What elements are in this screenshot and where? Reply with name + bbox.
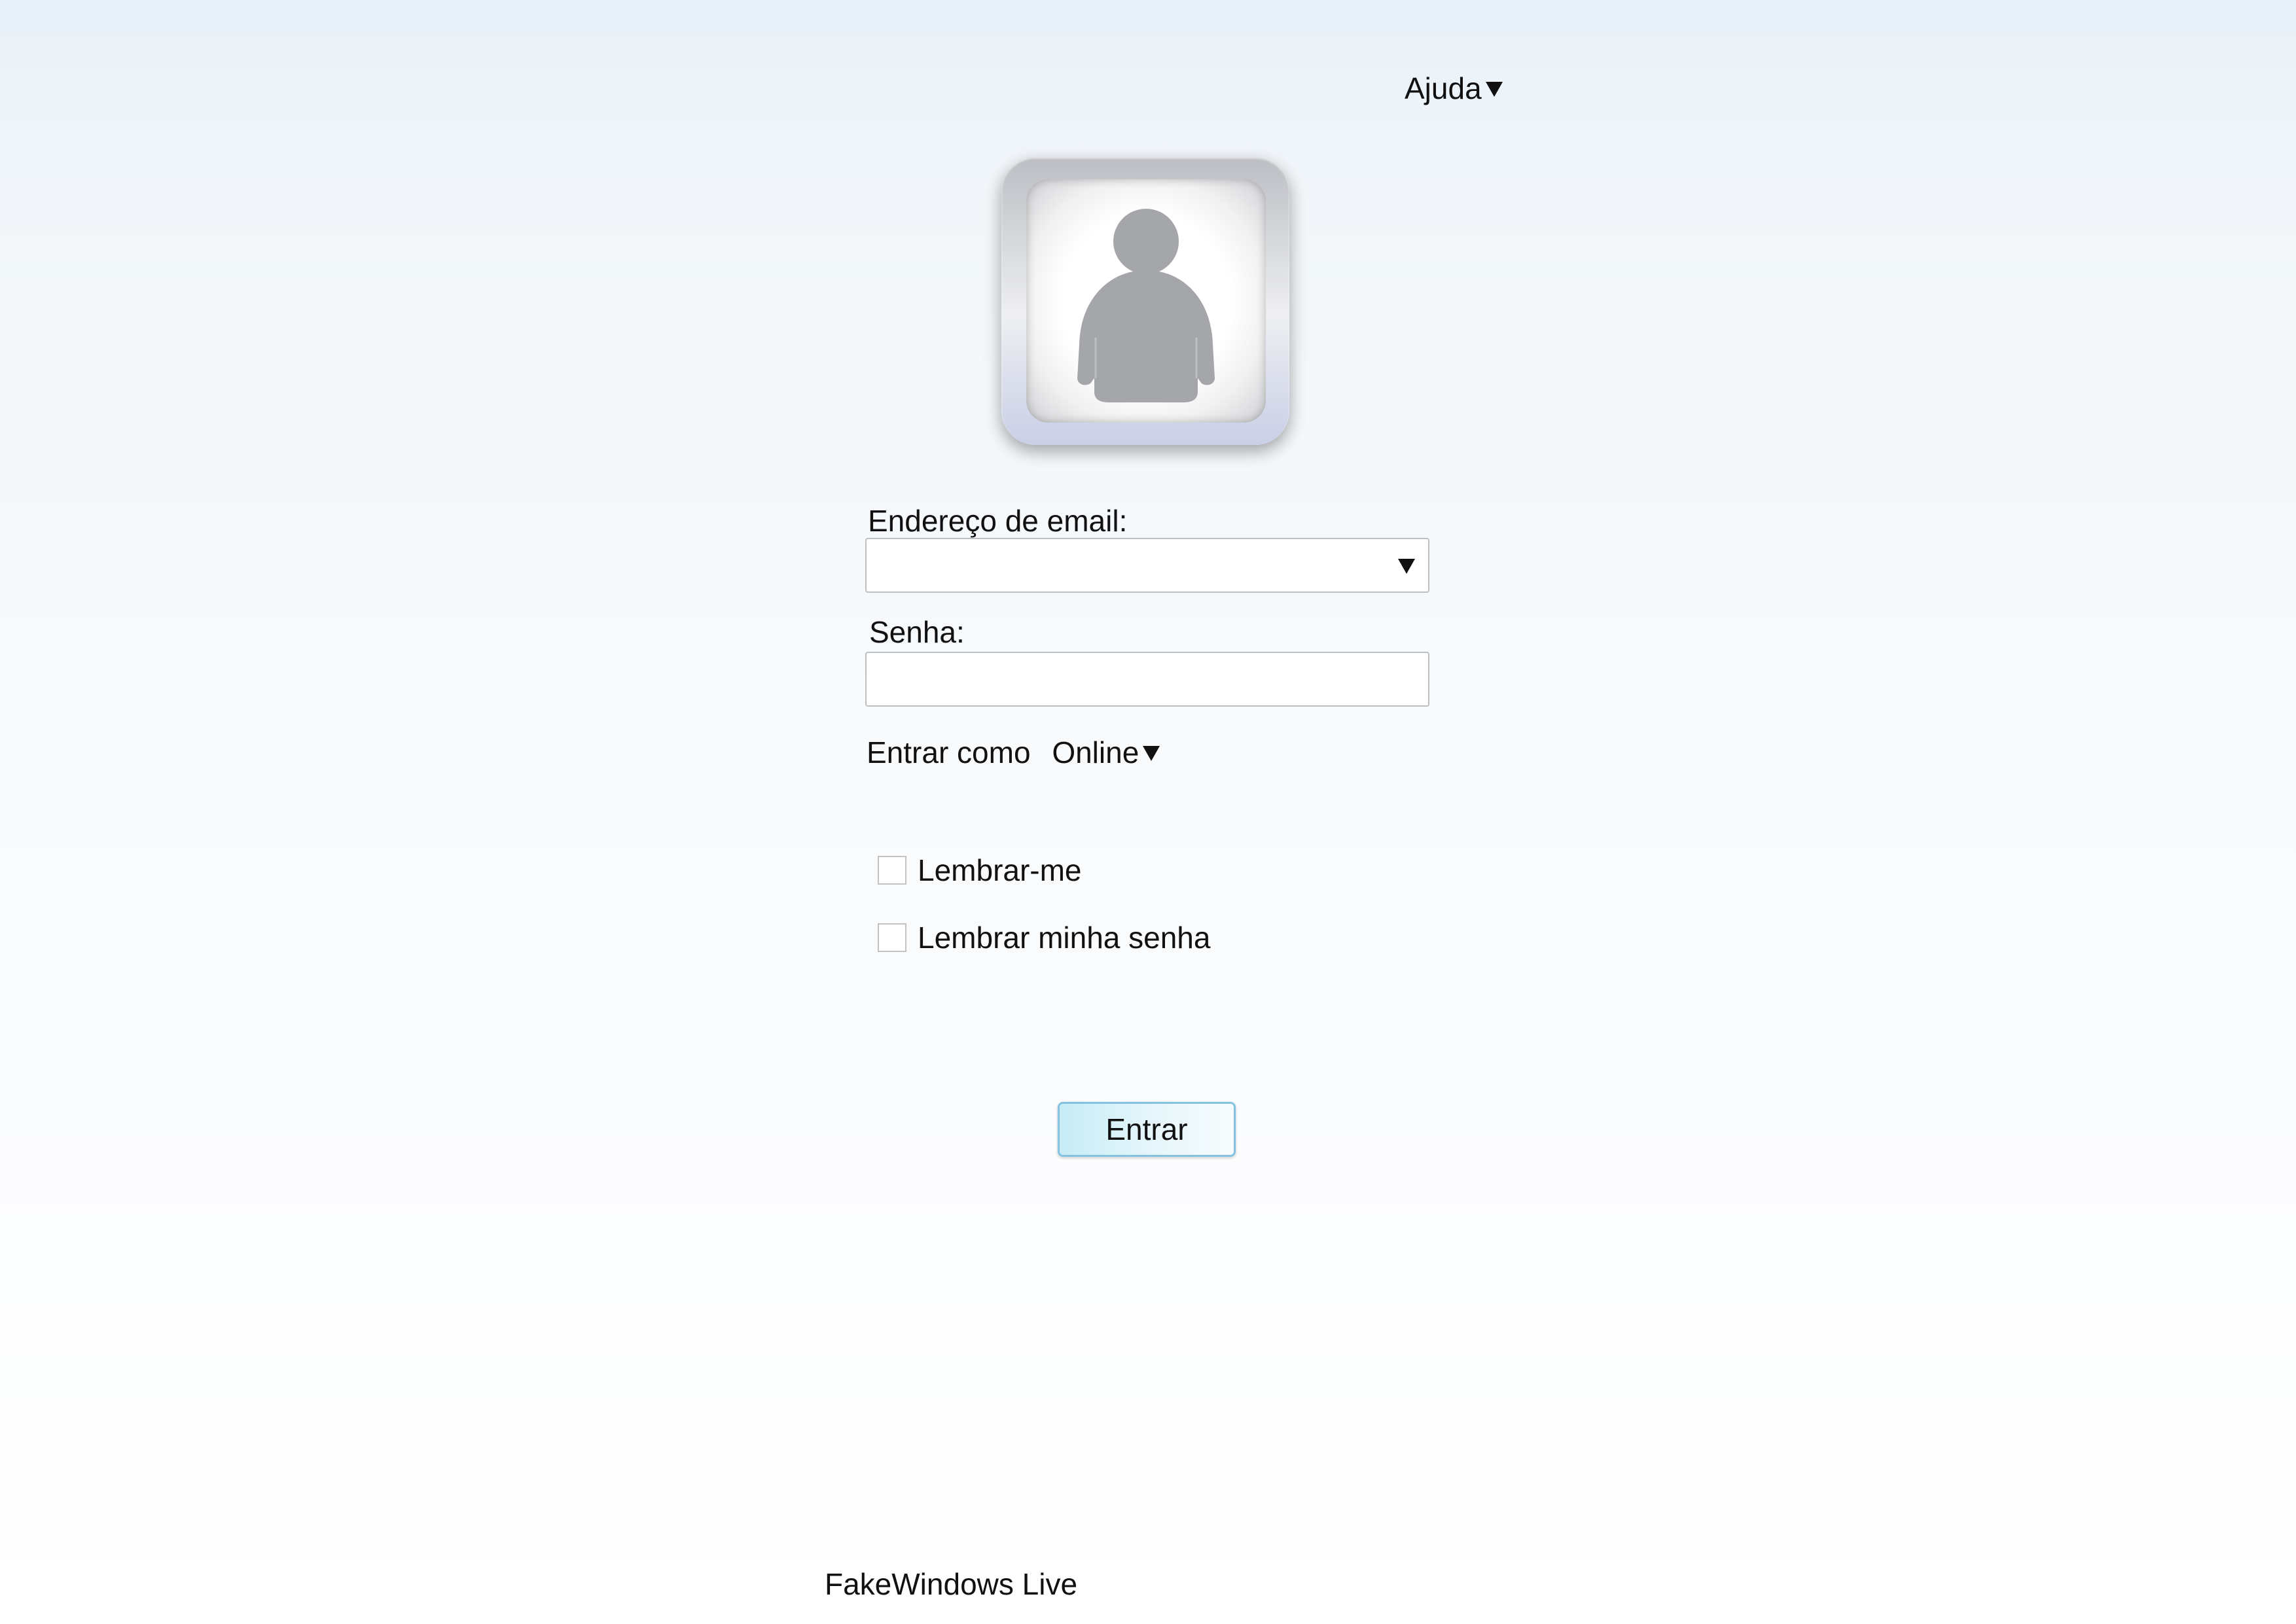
remember-password-checkbox[interactable] [878,923,906,952]
remember-me-label: Lembrar-me [918,853,1082,887]
status-prefix: Entrar como [867,735,1031,769]
avatar-tile [1026,179,1266,423]
remember-me-checkbox[interactable] [878,856,906,885]
sign-in-button[interactable]: Entrar [1058,1102,1236,1157]
status-dropdown[interactable]: Online [1052,733,1160,772]
chevron-down-icon[interactable] [1398,559,1415,574]
remember-password-label: Lembrar minha senha [918,921,1211,955]
avatar[interactable] [1001,157,1289,445]
footer-brand: FakeWindows Live [825,1567,1078,1601]
email-field[interactable] [865,538,1429,593]
chevron-down-icon [1143,746,1160,762]
help-menu-label: Ajuda [1405,71,1482,105]
password-field[interactable] [865,652,1429,707]
help-menu[interactable]: Ajuda [1405,69,1503,108]
status-row: Entrar como Online [867,733,1160,772]
chevron-down-icon [1485,82,1503,97]
status-value: Online [1052,735,1139,769]
password-label: Senha: [869,615,965,649]
user-silhouette-icon [1077,209,1215,402]
email-label: Endereço de email: [868,504,1128,538]
